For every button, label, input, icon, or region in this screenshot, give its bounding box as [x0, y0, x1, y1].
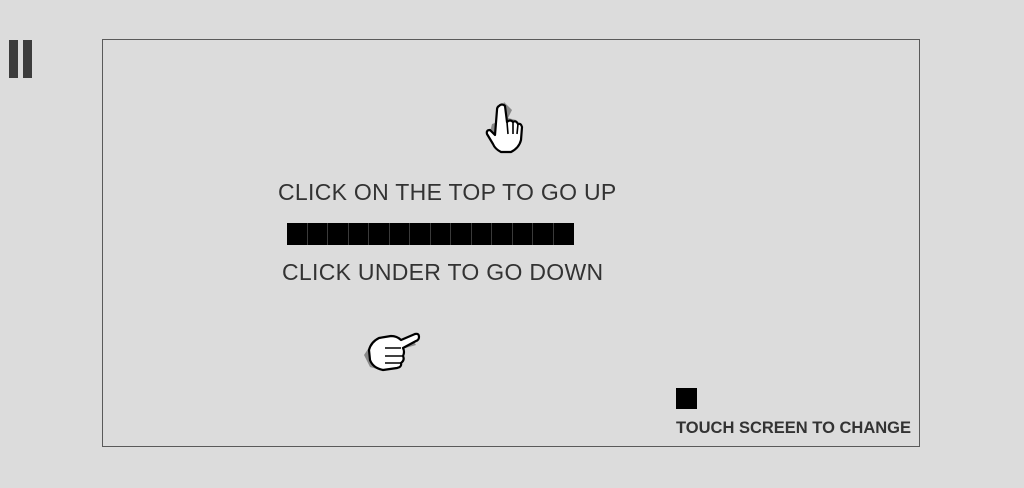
paddle-segment [512, 223, 533, 245]
paddle-segment [328, 223, 349, 245]
instruction-go-down: CLICK UNDER TO GO DOWN [282, 259, 604, 285]
instruction-go-up: CLICK ON THE TOP TO GO UP [278, 179, 617, 205]
paddle-segment [533, 223, 554, 245]
pause-button[interactable] [8, 40, 34, 80]
paddle-segment [348, 223, 369, 245]
play-area[interactable]: CLICK ON THE TOP TO GO UP CLICK UNDER TO… [102, 39, 920, 447]
touch-screen-hint[interactable]: TOUCH SCREEN TO CHANGE [676, 419, 911, 438]
paddle-segment [389, 223, 410, 245]
paddle-segment [307, 223, 328, 245]
paddle-segment [553, 223, 574, 245]
paddle-segment [369, 223, 390, 245]
paddle-segment [430, 223, 451, 245]
player-paddle [287, 223, 574, 245]
paddle-segment [287, 223, 308, 245]
hand-pointing-right-icon [364, 332, 421, 372]
hand-pointing-up-icon [485, 102, 524, 154]
pause-bar-left [9, 40, 18, 78]
paddle-segment [471, 223, 492, 245]
paddle-segment [410, 223, 431, 245]
game-screen[interactable]: CLICK ON THE TOP TO GO UP CLICK UNDER TO… [0, 0, 1024, 488]
pause-bar-right [23, 40, 32, 78]
ball [676, 388, 697, 409]
paddle-segment [451, 223, 472, 245]
paddle-segment [492, 223, 513, 245]
